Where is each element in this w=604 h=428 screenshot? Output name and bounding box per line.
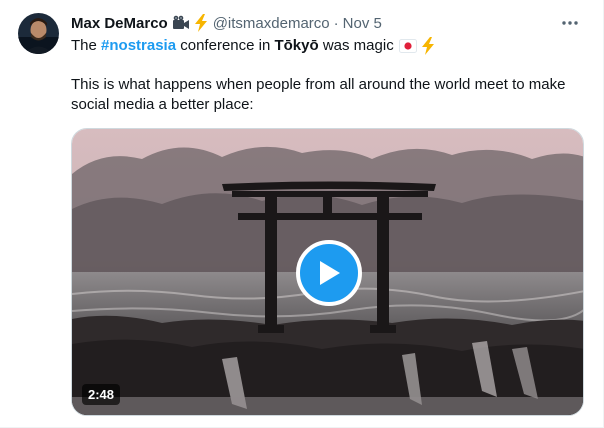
lightning-icon <box>421 37 435 55</box>
more-options-button[interactable] <box>557 12 583 34</box>
hashtag-link[interactable]: #nostrasia <box>101 36 176 56</box>
movie-camera-icon <box>172 15 190 31</box>
tweet-text: The #nostrasia conference in Tōkyō was m… <box>71 35 583 115</box>
avatar[interactable] <box>18 13 59 54</box>
tweet-text-paragraph2: This is what happens when people from al… <box>71 76 566 113</box>
more-icon <box>562 21 578 25</box>
japan-flag-icon <box>398 39 417 53</box>
author-handle[interactable]: @itsmaxdemarco <box>213 15 330 32</box>
tweet-timestamp[interactable]: Nov 5 <box>343 15 382 32</box>
tweet-text-line1: The #nostrasia conference in Tōkyō was m… <box>71 35 583 57</box>
play-button[interactable] <box>296 240 362 306</box>
separator: · <box>333 14 339 32</box>
video-duration: 2:48 <box>82 384 121 405</box>
text-middle: conference in <box>180 37 271 54</box>
video-player[interactable]: 2:48 <box>71 128 584 416</box>
tweet-header: Max DeMarco @itsmaxdemarco · Nov 5 <box>71 12 543 34</box>
tweet-card[interactable]: Max DeMarco @itsmaxdemarco · Nov 5 The #… <box>0 0 604 428</box>
author-display-name[interactable]: Max DeMarco <box>71 15 168 32</box>
text-bold-word: Tōkyō <box>274 37 319 54</box>
play-icon <box>320 261 340 285</box>
text-prefix: The <box>71 37 97 54</box>
lightning-icon <box>194 14 208 32</box>
text-suffix: was magic <box>322 37 394 54</box>
